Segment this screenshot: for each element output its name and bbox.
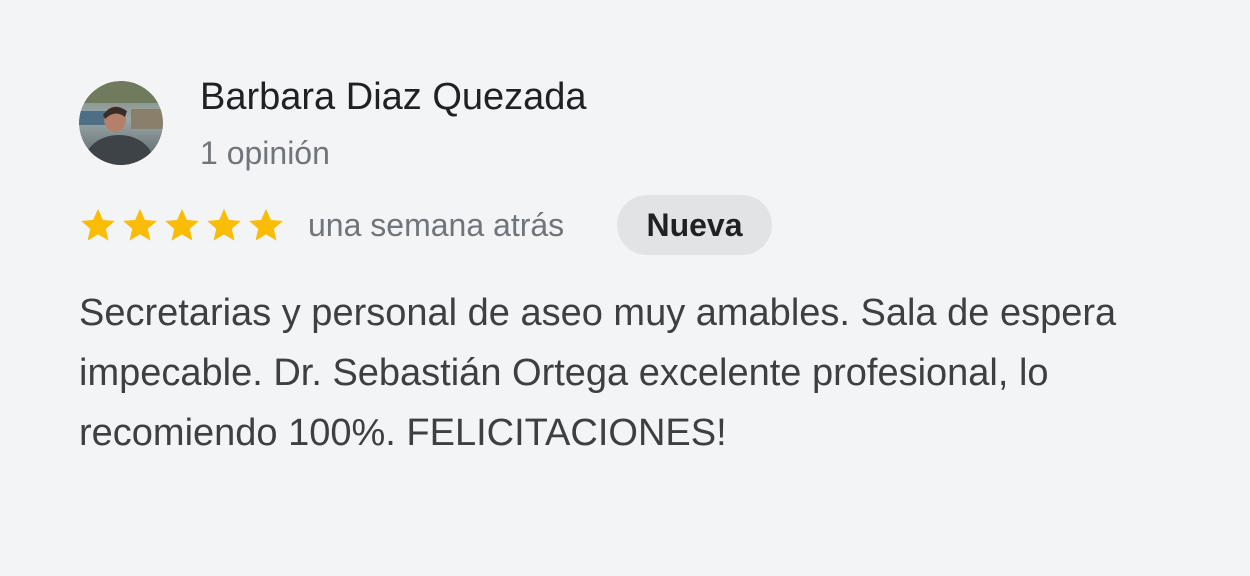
star-icon xyxy=(165,208,199,241)
star-icon xyxy=(123,208,157,241)
reviewer-review-count: 1 opinión xyxy=(200,135,330,171)
star-icon xyxy=(81,208,115,241)
reviewer-avatar[interactable] xyxy=(79,81,163,165)
reviewer-name[interactable]: Barbara Diaz Quezada xyxy=(200,76,587,119)
review-date: una semana atrás xyxy=(308,207,565,243)
new-badge: Nueva xyxy=(617,195,772,255)
star-icon xyxy=(207,208,241,241)
star-icon xyxy=(249,208,283,241)
review-text: Secretarias y personal de aseo muy amabl… xyxy=(79,292,1117,454)
review-card: Barbara Diaz Quezada 1 opinión una seman… xyxy=(0,0,1250,576)
star-rating xyxy=(79,206,289,244)
